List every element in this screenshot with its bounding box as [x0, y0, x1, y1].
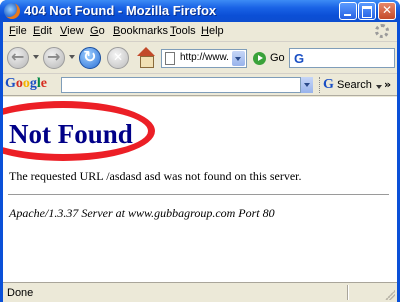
menu-file[interactable]: File	[9, 25, 27, 37]
status-divider	[347, 285, 349, 300]
toolbar-overflow-chevron[interactable]: »	[384, 78, 391, 91]
page-title: Not Found	[9, 119, 133, 149]
page-icon	[165, 52, 175, 65]
server-signature: Apache/1.3.37 Server at www.gubbagroup.c…	[9, 206, 275, 220]
horizontal-rule	[8, 194, 389, 196]
resize-grip-icon[interactable]	[385, 290, 395, 300]
menu-bookmarks[interactable]: Bookmarks	[113, 25, 168, 37]
address-dropdown-button[interactable]	[232, 51, 245, 66]
google-toolbar: Google G Search »	[3, 74, 397, 96]
address-text[interactable]: http://www.	[180, 52, 229, 63]
google-search-icon: G	[294, 51, 305, 66]
navigation-toolbar: http://www. Go G	[3, 42, 397, 74]
home-button[interactable]	[135, 47, 157, 69]
title-bar[interactable]: 404 Not Found - Mozilla Firefox	[0, 0, 400, 22]
menu-go[interactable]: Go	[90, 25, 105, 37]
stop-button[interactable]	[107, 47, 129, 69]
close-button[interactable]	[378, 2, 396, 20]
menu-bar: File Edit View Go Bookmarks Tools Help	[3, 22, 397, 42]
reload-button[interactable]	[79, 47, 101, 69]
google-logo[interactable]: Google	[5, 76, 47, 92]
back-history-dropdown-icon[interactable]	[33, 55, 39, 59]
google-logo-letter: e	[40, 76, 47, 91]
address-bar[interactable]: http://www.	[161, 49, 247, 68]
window-title: 404 Not Found - Mozilla Firefox	[24, 3, 217, 18]
go-button[interactable]: Go	[270, 52, 285, 64]
go-arrow-icon[interactable]	[253, 52, 266, 65]
menu-tools[interactable]: Tools	[170, 25, 196, 37]
search-box[interactable]: G	[289, 48, 395, 68]
browser-client-area: File Edit View Go Bookmarks Tools Help h…	[3, 22, 397, 302]
page-content: Not Found The requested URL /asdasd asd …	[3, 97, 397, 282]
google-search-history-dropdown[interactable]	[301, 77, 313, 93]
back-button[interactable]	[7, 47, 29, 69]
google-search-button[interactable]: Search	[337, 79, 372, 91]
throbber-icon	[375, 24, 389, 38]
toolbar-separator	[319, 77, 321, 93]
error-message: The requested URL /asdasd asd was not fo…	[9, 169, 302, 183]
google-logo-letter: g	[29, 76, 37, 91]
menu-edit[interactable]: Edit	[33, 25, 52, 37]
menu-view[interactable]: View	[60, 25, 84, 37]
status-bar: Done	[3, 282, 397, 302]
search-options-dropdown-icon[interactable]	[376, 85, 382, 89]
google-search-input[interactable]	[61, 77, 301, 93]
menu-help[interactable]: Help	[201, 25, 224, 37]
status-text: Done	[7, 287, 34, 299]
google-g-icon: G	[323, 77, 334, 92]
google-logo-letter: G	[5, 76, 16, 91]
google-logo-letter: o	[22, 76, 30, 91]
firefox-icon	[4, 3, 20, 19]
forward-button[interactable]	[43, 47, 65, 69]
google-logo-letter: o	[15, 76, 23, 91]
minimize-button[interactable]	[339, 2, 357, 20]
forward-history-dropdown-icon[interactable]	[69, 55, 75, 59]
maximize-button[interactable]	[358, 2, 376, 20]
browser-window: 404 Not Found - Mozilla Firefox File Edi…	[0, 0, 400, 302]
